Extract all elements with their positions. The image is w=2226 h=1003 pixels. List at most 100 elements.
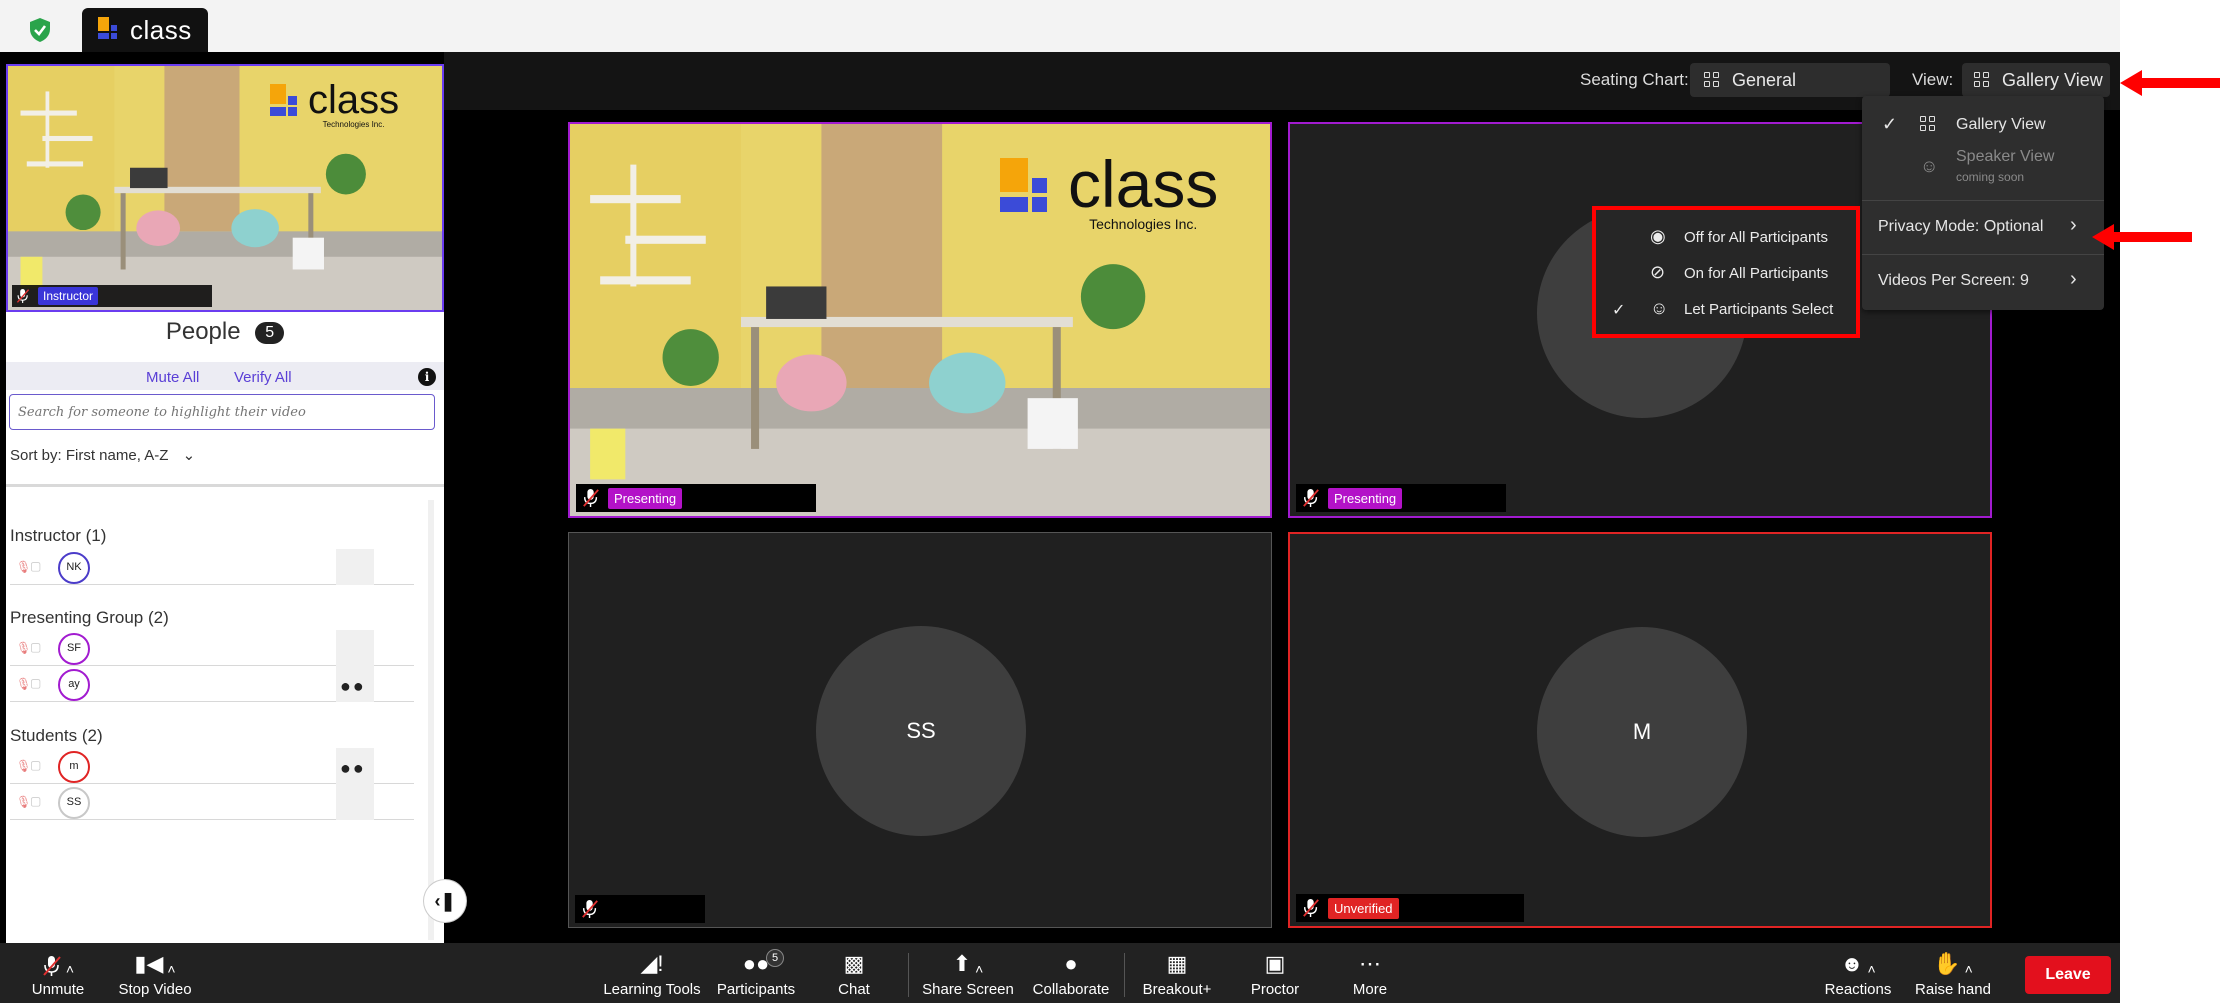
avatar-circle: SS (816, 626, 1026, 836)
people-count-badge: 5 (255, 321, 285, 344)
class-logo-icon (98, 17, 124, 43)
room-logo-sub: Technologies Inc. (1089, 216, 1198, 232)
learning-tools-button[interactable]: ◢! Learning Tools (596, 943, 708, 1003)
speaker-icon: ☺ (1920, 156, 1939, 176)
chat-label: Chat (838, 981, 870, 998)
verify-all-link[interactable]: Verify All (234, 369, 292, 386)
participants-button[interactable]: ●● 5 Participants (712, 943, 800, 1003)
checkmark-icon: ✓ (1612, 302, 1626, 319)
participant-row[interactable]: 🎙 ▢ ay ●● (10, 666, 414, 702)
menu-divider (1862, 254, 2104, 255)
info-icon[interactable]: i (418, 368, 436, 386)
app-tab-label: class (130, 14, 192, 45)
privacy-option-select[interactable]: ✓ ☺ Let Participants Select (1596, 296, 1856, 324)
view-select[interactable]: Gallery View (1962, 63, 2110, 97)
privacy-option-on[interactable]: ⊘ On for All Participants (1596, 260, 1856, 288)
mic-off-icon (581, 899, 599, 919)
room-logo: class Technologies Inc. (270, 80, 399, 129)
videos-per-screen-label: Videos Per Screen: 9 (1878, 272, 2029, 289)
mic-off-icon: 🎙 (16, 759, 32, 773)
room-logo-word: class (1068, 147, 1219, 221)
toolbar-divider (908, 953, 909, 997)
app-tab[interactable]: class (82, 8, 208, 52)
speaker-view-label: Speaker View (1956, 148, 2055, 165)
search-participant-input[interactable] (9, 394, 435, 430)
share-screen-button[interactable]: ⬆ ˄ Share Screen (916, 943, 1020, 1003)
reactions-button[interactable]: ☻ ˄ Reactions (1818, 943, 1898, 1003)
gallery-view-label: Gallery View (1956, 116, 2046, 133)
grid-icon (1974, 72, 1990, 88)
eye-icon: ◉ (1650, 226, 1666, 246)
menu-divider (1862, 200, 2104, 201)
video-slot (336, 630, 374, 666)
video-tile-4[interactable]: M Unverified (1288, 532, 1992, 928)
raise-hand-label: Raise hand (1915, 981, 1991, 998)
video-slot (336, 784, 374, 820)
stop-video-button[interactable]: ▮◀ ˄ Stop Video (112, 943, 198, 1003)
avatar: NK (58, 552, 90, 584)
leave-button[interactable]: Leave (2025, 956, 2111, 994)
chat-icon: ▩ (843, 951, 865, 976)
mute-all-link[interactable]: Mute All (146, 369, 199, 386)
chevron-right-icon: › (2070, 268, 2077, 290)
participant-row[interactable]: 🎙 ▢ SS (10, 784, 414, 820)
mic-off-icon: 🎙 (16, 795, 32, 809)
more-button[interactable]: ⋯ More (1340, 943, 1400, 1003)
camera-icon: ▢ (30, 640, 42, 654)
participant-row[interactable]: 🎙 ▢ NK (10, 549, 414, 585)
breakout-button[interactable]: ▦ Breakout+ (1134, 943, 1220, 1003)
privacy-mode-label: Privacy Mode: Optional (1878, 218, 2044, 235)
video-tile-footer: Presenting (576, 484, 816, 512)
privacy-off-label: Off for All Participants (1684, 229, 1828, 246)
chat-button[interactable]: ▩ Chat (822, 943, 886, 1003)
unmute-button[interactable]: ˄ Unmute (22, 943, 94, 1003)
reactions-label: Reactions (1824, 981, 1892, 998)
collaborate-button[interactable]: ● Collaborate (1026, 943, 1116, 1003)
video-tile-1[interactable]: class Technologies Inc. Presenting (568, 122, 1272, 518)
emoji-icon: ☻ (1840, 951, 1864, 976)
lightbulb-icon: ● (1064, 951, 1078, 976)
more-dots-icon: ⋯ (1359, 951, 1381, 976)
people-header: People 5 (6, 318, 444, 364)
participant-row[interactable]: 🎙 ▢ SF (10, 630, 414, 666)
proctor-icon: ▣ (1264, 951, 1286, 976)
group-title-students: Students (2) (10, 726, 103, 745)
participant-row[interactable]: 🎙 ▢ m ●● (10, 748, 414, 784)
stop-video-label: Stop Video (118, 981, 192, 998)
chevron-up-icon: ˄ (1867, 961, 1876, 977)
menu-item-videos-per-screen[interactable]: Videos Per Screen: 9 › (1862, 262, 2104, 298)
proctor-button[interactable]: ▣ Proctor (1240, 943, 1310, 1003)
sort-by-label: Sort by: (10, 447, 62, 464)
scrollbar[interactable] (428, 500, 434, 940)
shield-check-icon (30, 18, 50, 42)
learning-tools-label: Learning Tools (603, 981, 701, 998)
mic-off-icon (1302, 488, 1320, 508)
camera-icon: ▢ (30, 676, 42, 690)
raise-hand-button[interactable]: ✋ ˄ Raise hand (1908, 943, 1998, 1003)
mic-off-icon (582, 488, 600, 508)
seating-chart-select[interactable]: General (1690, 63, 1890, 97)
menu-item-privacy-mode[interactable]: Privacy Mode: Optional › (1862, 208, 2104, 244)
camera-icon: ▢ (30, 559, 42, 573)
presenting-tag: Presenting (1328, 487, 1403, 509)
room-logo: class Technologies Inc. (1000, 147, 1219, 232)
mic-off-icon: 🎙 (16, 560, 32, 574)
menu-item-gallery-view[interactable]: ✓ Gallery View (1862, 110, 2104, 140)
more-label: More (1352, 981, 1388, 998)
mic-off-icon: 🎙 (16, 641, 32, 655)
people-title: People (165, 318, 241, 345)
mic-off-icon (1302, 898, 1320, 918)
sort-by-value: First name, A-Z (65, 447, 169, 464)
instructor-tag: Instructor (38, 287, 99, 305)
privacy-mode-submenu: ◉ Off for All Participants ⊘ On for All … (1592, 206, 1860, 338)
privacy-on-label: On for All Participants (1684, 265, 1829, 282)
instructor-video[interactable]: class Technologies Inc. Instructor (6, 64, 444, 312)
group-title-instructor: Instructor (1) (10, 526, 107, 545)
chevron-up-icon: ˄ (1964, 961, 1973, 977)
privacy-option-off[interactable]: ◉ Off for All Participants (1596, 224, 1856, 252)
hand-icon: ✋ (1933, 951, 1961, 976)
video-tile-3[interactable]: SS (568, 532, 1272, 928)
chevron-up-icon: ˄ (65, 961, 75, 977)
sort-by-dropdown[interactable]: Sort by: First name, A-Z ⌄ (10, 446, 195, 464)
collapse-sidebar-button[interactable]: ‹❚ (424, 880, 466, 922)
